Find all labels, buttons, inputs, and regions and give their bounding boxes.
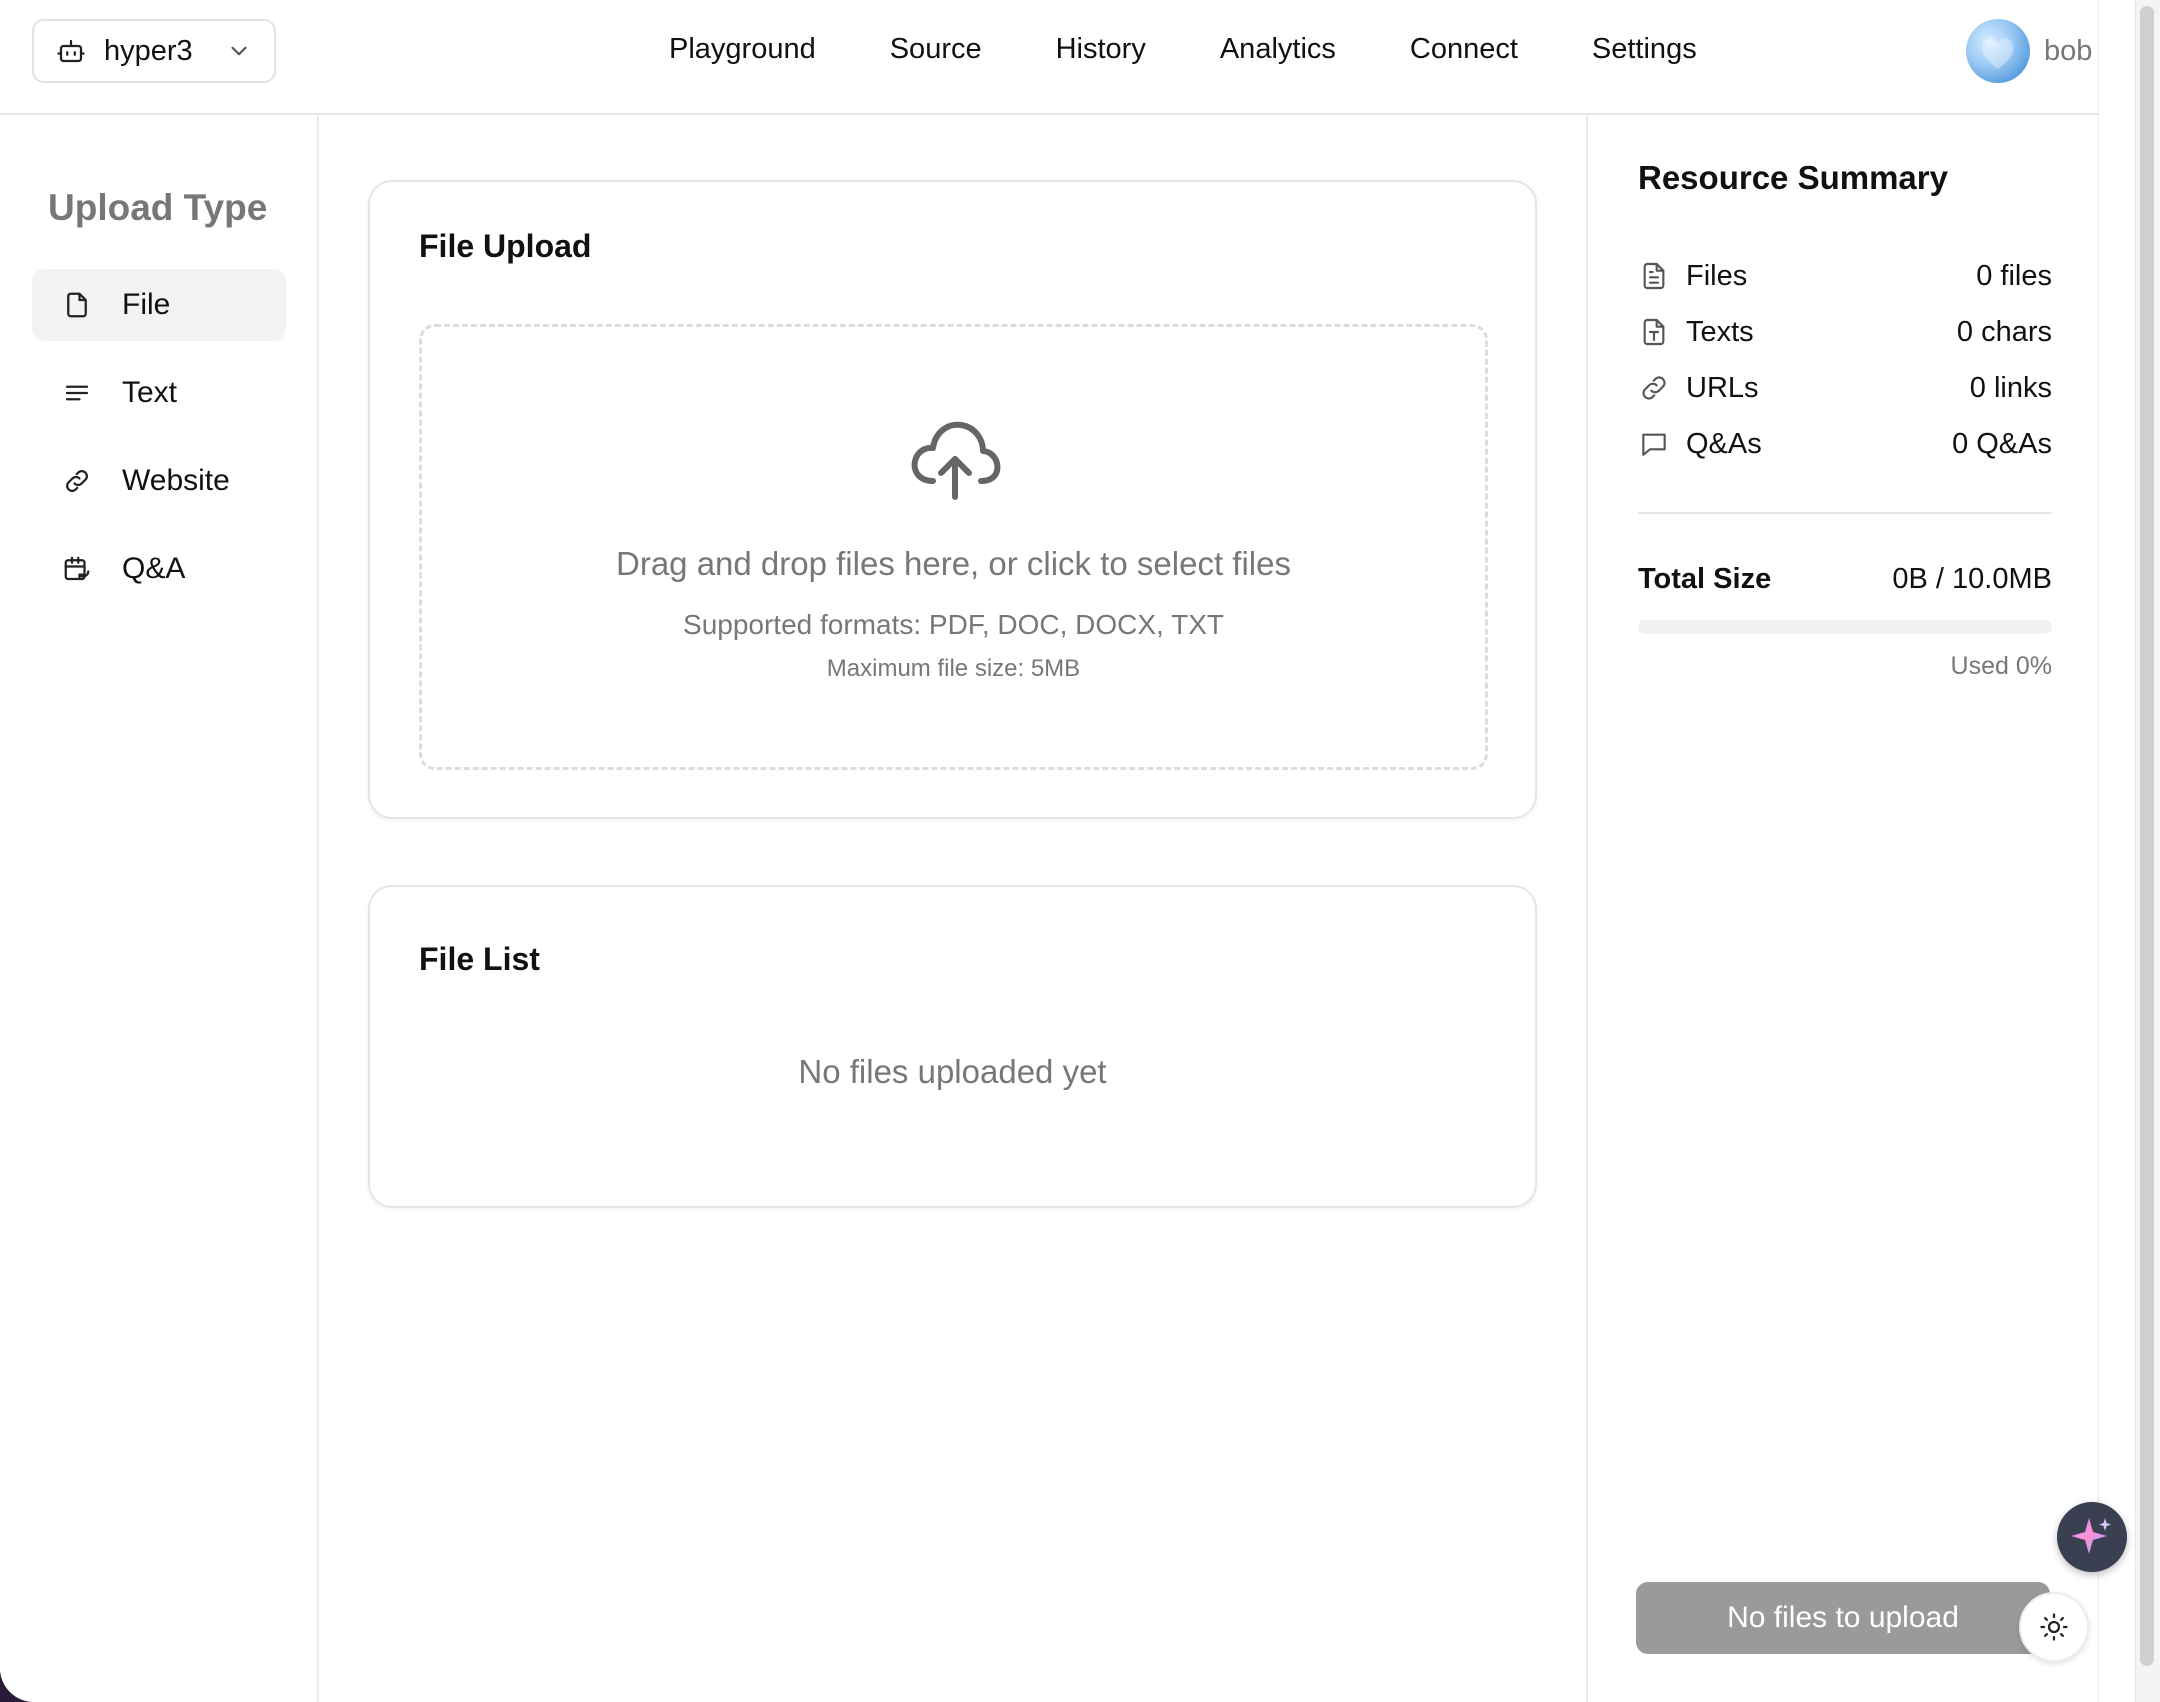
sidebar-item-website[interactable]: Website bbox=[32, 445, 286, 517]
nav-source[interactable]: Source bbox=[890, 33, 982, 66]
main-nav: Playground Source History Analytics Conn… bbox=[669, 33, 1697, 66]
summary-row-value: 0 Q&As bbox=[1952, 427, 2052, 460]
text-file-icon bbox=[1638, 316, 1670, 348]
file-upload-title: File Upload bbox=[419, 228, 592, 264]
right-gutter bbox=[2098, 0, 2135, 1702]
sidebar-item-label: Text bbox=[122, 376, 178, 409]
sidebar-item-label: Website bbox=[122, 464, 230, 497]
sidebar-item-label: Q&A bbox=[122, 552, 186, 585]
cloud-upload-icon bbox=[909, 417, 1001, 501]
chat-bubble-icon bbox=[1638, 428, 1670, 460]
sidebar-item-label: File bbox=[122, 288, 171, 321]
storage-progress-bar bbox=[1638, 620, 2052, 634]
bot-selector[interactable]: hyper3 bbox=[32, 19, 276, 83]
file-list-card: File List No files uploaded yet bbox=[368, 885, 1537, 1208]
sidebar-title: Upload Type bbox=[48, 187, 268, 228]
dropzone-formats: Supported formats: PDF, DOC, DOCX, TXT bbox=[683, 609, 1224, 640]
summary-title: Resource Summary bbox=[1638, 159, 1948, 196]
theme-toggle[interactable] bbox=[2019, 1592, 2089, 1662]
summary-row-urls: URLs 0 links bbox=[1638, 368, 2052, 408]
total-size-row: Total Size 0B / 10.0MB bbox=[1638, 563, 2052, 596]
nav-connect[interactable]: Connect bbox=[1410, 33, 1518, 66]
summary-row-label: Texts bbox=[1686, 315, 1754, 348]
summary-divider bbox=[1638, 512, 2052, 514]
resource-summary-panel: Resource Summary Files 0 files Texts 0 c… bbox=[1586, 115, 2098, 1702]
sidebar-item-qa[interactable]: Q&A bbox=[32, 533, 286, 605]
calendar-refresh-icon bbox=[62, 554, 92, 584]
summary-row-value: 0 links bbox=[1969, 371, 2052, 404]
bot-selector-value: hyper3 bbox=[104, 34, 193, 67]
file-dropzone[interactable]: Drag and drop files here, or click to se… bbox=[419, 324, 1488, 770]
user-menu[interactable]: bob bbox=[1966, 18, 2092, 84]
upload-button[interactable]: No files to upload bbox=[1636, 1582, 2050, 1654]
summary-row-label: URLs bbox=[1686, 371, 1759, 404]
total-size-label: Total Size bbox=[1638, 563, 1772, 595]
text-lines-icon bbox=[62, 378, 92, 408]
sparkle-icon bbox=[2067, 1512, 2117, 1562]
sidebar-item-file[interactable]: File bbox=[32, 269, 286, 341]
nav-playground[interactable]: Playground bbox=[669, 33, 816, 66]
ai-assistant-button[interactable] bbox=[2057, 1502, 2127, 1572]
username: bob bbox=[2044, 34, 2093, 67]
summary-row-value: 0 chars bbox=[1956, 315, 2052, 348]
page-scrollbar-thumb[interactable] bbox=[2140, 6, 2154, 1666]
summary-row-texts: Texts 0 chars bbox=[1638, 312, 2052, 352]
nav-settings[interactable]: Settings bbox=[1592, 33, 1697, 66]
summary-row-files: Files 0 files bbox=[1638, 256, 2052, 296]
avatar[interactable] bbox=[1966, 19, 2030, 83]
document-icon bbox=[1638, 260, 1670, 292]
summary-row-label: Q&As bbox=[1686, 427, 1762, 460]
dropzone-instruction: Drag and drop files here, or click to se… bbox=[616, 545, 1291, 582]
sun-icon bbox=[2039, 1612, 2069, 1642]
summary-row-label: Files bbox=[1686, 259, 1748, 292]
dropzone-max-size: Maximum file size: 5MB bbox=[826, 655, 1081, 682]
file-list-empty: No files uploaded yet bbox=[798, 1053, 1107, 1090]
upload-type-sidebar: Upload Type File Text Website Q&A bbox=[0, 115, 319, 1702]
robot-icon bbox=[56, 36, 86, 66]
summary-row-value: 0 files bbox=[1976, 259, 2052, 292]
link-icon bbox=[1638, 372, 1670, 404]
sidebar-item-text[interactable]: Text bbox=[32, 357, 286, 429]
file-upload-card: File Upload Drag and drop files here, or… bbox=[368, 180, 1537, 819]
nav-history[interactable]: History bbox=[1056, 33, 1146, 66]
total-size-value: 0B / 10.0MB bbox=[1892, 563, 2052, 595]
storage-used-label: Used 0% bbox=[1950, 652, 2052, 680]
top-header: hyper3 Playground Source History Analyti… bbox=[0, 0, 2135, 115]
summary-row-qas: Q&As 0 Q&As bbox=[1638, 424, 2052, 464]
app-window: hyper3 Playground Source History Analyti… bbox=[0, 0, 2135, 1702]
link-icon bbox=[62, 466, 92, 496]
file-list-title: File List bbox=[419, 941, 540, 977]
nav-analytics[interactable]: Analytics bbox=[1220, 33, 1336, 66]
file-icon bbox=[62, 290, 92, 320]
chevron-down-icon bbox=[226, 38, 252, 64]
